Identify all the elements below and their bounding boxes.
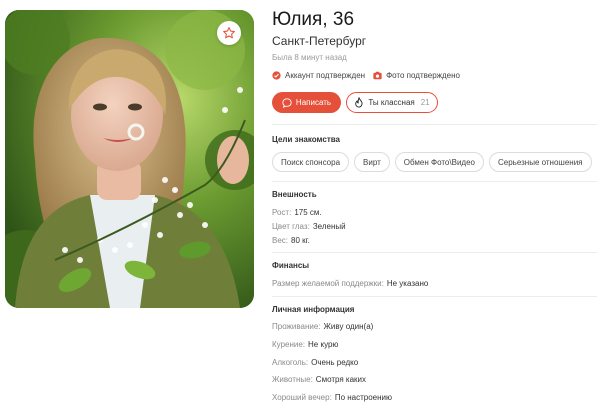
- divider: [272, 124, 597, 125]
- row-value: По настроению: [334, 393, 392, 402]
- appearance-title: Внешность: [272, 190, 317, 199]
- flame-icon: [355, 97, 363, 108]
- row-key: Цвет глаз:: [272, 222, 310, 231]
- divider: [272, 296, 597, 297]
- row-value: Живу один(а): [323, 322, 374, 331]
- personal-row: Алкоголь: Очень редко: [272, 358, 358, 367]
- last-seen: Была 8 минут назад: [272, 53, 347, 62]
- appearance-row: Вес: 80 кг.: [272, 236, 310, 245]
- row-key: Алкоголь:: [272, 358, 309, 367]
- personal-row: Проживание: Живу один(а): [272, 322, 373, 331]
- account-verified-label: Аккаунт подтвержден: [285, 71, 366, 80]
- write-message-button[interactable]: Написать: [272, 92, 341, 113]
- row-key: Курение:: [272, 340, 306, 349]
- row-key: Вес:: [272, 236, 289, 245]
- row-key: Рост:: [272, 208, 292, 217]
- goal-chip[interactable]: Серьезные отношения: [488, 152, 592, 172]
- personal-row: Хороший вечер: По настроению: [272, 393, 392, 402]
- goal-chip[interactable]: Вирт: [354, 152, 390, 172]
- account-verified: Аккаунт подтвержден: [272, 71, 365, 80]
- divider: [272, 181, 597, 182]
- goal-chip[interactable]: Поиск спонсора: [272, 152, 350, 172]
- goals-title: Цели знакомства: [272, 135, 340, 144]
- row-key: Животные:: [272, 375, 313, 384]
- like-label: Ты классная: [368, 98, 415, 107]
- profile-photo-image: [5, 10, 254, 308]
- chat-icon: [282, 97, 292, 108]
- row-value: Очень редко: [311, 358, 359, 367]
- divider: [272, 252, 597, 253]
- check-badge-icon: [272, 71, 281, 80]
- camera-icon: [373, 71, 382, 80]
- row-key: Размер желаемой поддержки:: [272, 279, 384, 288]
- write-message-label: Написать: [295, 98, 332, 107]
- photo-verified-label: Фото подтверждено: [386, 71, 460, 80]
- row-value: Зеленый: [312, 222, 346, 231]
- photo-verified: Фото подтверждено: [373, 71, 460, 80]
- finance-title: Финансы: [272, 261, 310, 270]
- goal-chip[interactable]: Обмен Фото\Видео: [394, 152, 484, 172]
- appearance-row: Цвет глаз: Зеленый: [272, 222, 346, 231]
- personal-row: Курение: Не курю: [272, 340, 338, 349]
- row-value: Не указано: [386, 279, 429, 288]
- row-value: 175 см.: [294, 208, 322, 217]
- appearance-row: Рост: 175 см.: [272, 208, 322, 217]
- row-value: Не курю: [308, 340, 339, 349]
- like-button[interactable]: Ты классная 21: [346, 92, 438, 113]
- profile-name-age: Юлия, 36: [272, 9, 355, 30]
- favorite-button[interactable]: [217, 21, 241, 45]
- verification-badges: Аккаунт подтвержден Фото подтверждено: [272, 71, 460, 80]
- row-key: Проживание:: [272, 322, 321, 331]
- row-key: Хороший вечер:: [272, 393, 332, 402]
- row-value: Смотря каких: [315, 375, 367, 384]
- row-value: 80 кг.: [291, 236, 310, 245]
- profile-photo[interactable]: [5, 10, 254, 308]
- profile-city: Санкт-Петербург: [272, 34, 367, 48]
- goals-chips: Поиск спонсора Вирт Обмен Фото\Видео Сер…: [272, 152, 592, 172]
- personal-row: Животные: Смотря каких: [272, 375, 366, 384]
- finance-row: Размер желаемой поддержки: Не указано: [272, 279, 428, 288]
- like-count: 21: [420, 98, 430, 107]
- star-icon: [223, 27, 235, 39]
- personal-title: Личная информация: [272, 305, 355, 314]
